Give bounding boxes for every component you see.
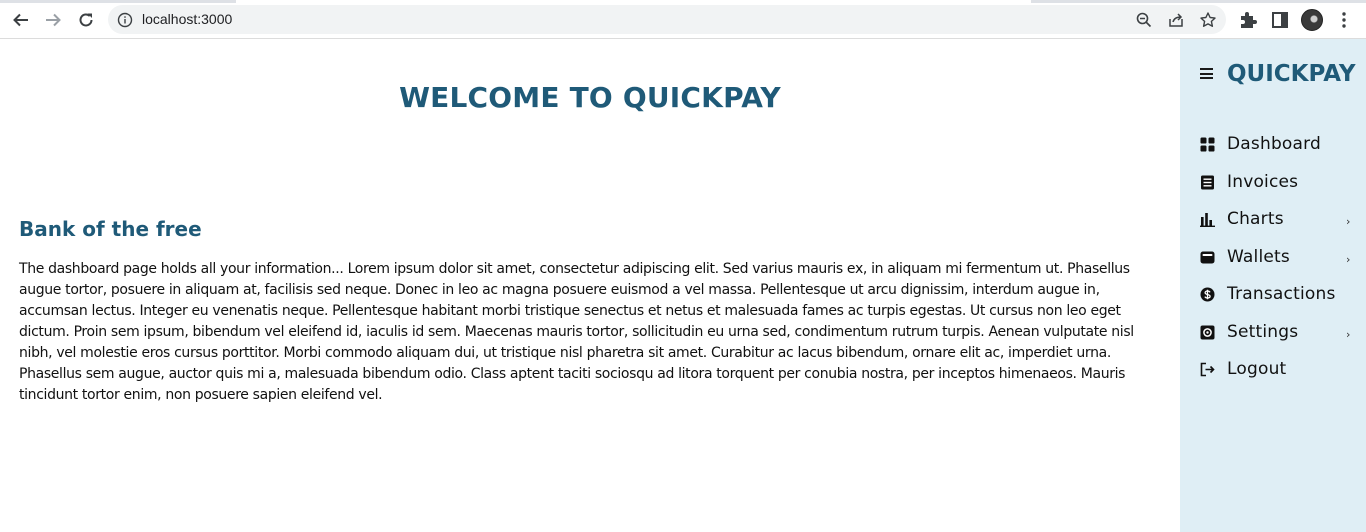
bookmark-star-icon[interactable] <box>1199 11 1217 29</box>
sidebar: QUICKPAY Dashboard Invoices Charts › Wal… <box>1180 39 1366 532</box>
sidebar-item-label: Settings <box>1227 322 1299 342</box>
sidebar-item-label: Wallets <box>1227 247 1290 267</box>
page-title: WELCOME TO QUICKPAY <box>399 81 781 114</box>
bar-chart-icon <box>1200 212 1215 227</box>
logout-icon <box>1200 362 1215 377</box>
description-paragraph: The dashboard page holds all your inform… <box>19 261 1134 403</box>
reload-icon[interactable] <box>74 8 98 32</box>
dashboard-grid-icon <box>1200 137 1215 152</box>
wallet-icon <box>1200 250 1215 265</box>
sidebar-header: QUICKPAY <box>1180 61 1366 89</box>
forward-arrow-icon[interactable] <box>41 8 65 32</box>
profile-avatar[interactable] <box>1301 9 1323 31</box>
invoice-document-icon <box>1200 175 1215 190</box>
sidebar-item-dashboard[interactable]: Dashboard <box>1180 130 1366 160</box>
dollar-circle-icon <box>1200 287 1215 302</box>
back-arrow-icon[interactable] <box>9 8 33 32</box>
sidebar-item-logout[interactable]: Logout <box>1180 355 1366 385</box>
sidebar-item-wallets[interactable]: Wallets › <box>1180 243 1366 273</box>
zoom-out-icon[interactable] <box>1135 11 1153 29</box>
side-panel-icon[interactable] <box>1270 10 1290 30</box>
brand-logo-text[interactable]: QUICKPAY <box>1227 61 1356 87</box>
sidebar-item-charts[interactable]: Charts › <box>1180 205 1366 235</box>
info-icon[interactable] <box>117 12 133 28</box>
chevron-right-icon: › <box>1346 328 1351 341</box>
section-title: Bank of the free <box>19 217 202 241</box>
tab-strip <box>0 0 1366 3</box>
sidebar-item-label: Dashboard <box>1227 134 1322 154</box>
share-icon[interactable] <box>1167 11 1185 29</box>
chevron-right-icon: › <box>1346 215 1351 228</box>
sidebar-item-label: Logout <box>1227 359 1287 379</box>
address-bar[interactable]: localhost:3000 <box>108 5 1226 34</box>
sidebar-item-label: Transactions <box>1227 284 1336 304</box>
extensions-puzzle-icon[interactable] <box>1238 10 1258 30</box>
more-menu-icon[interactable] <box>1336 10 1352 30</box>
sidebar-item-settings[interactable]: Settings › <box>1180 318 1366 348</box>
main-content: WELCOME TO QUICKPAY Bank of the free The… <box>0 39 1180 532</box>
url-text[interactable]: localhost:3000 <box>142 11 232 27</box>
sidebar-item-label: Invoices <box>1227 172 1299 192</box>
settings-gear-icon <box>1200 325 1215 340</box>
hamburger-menu-icon[interactable] <box>1200 68 1213 79</box>
sidebar-item-invoices[interactable]: Invoices <box>1180 168 1366 198</box>
sidebar-item-label: Charts <box>1227 209 1284 229</box>
chevron-right-icon: › <box>1346 253 1351 266</box>
sidebar-item-transactions[interactable]: Transactions <box>1180 280 1366 310</box>
browser-toolbar: localhost:3000 <box>0 0 1366 39</box>
